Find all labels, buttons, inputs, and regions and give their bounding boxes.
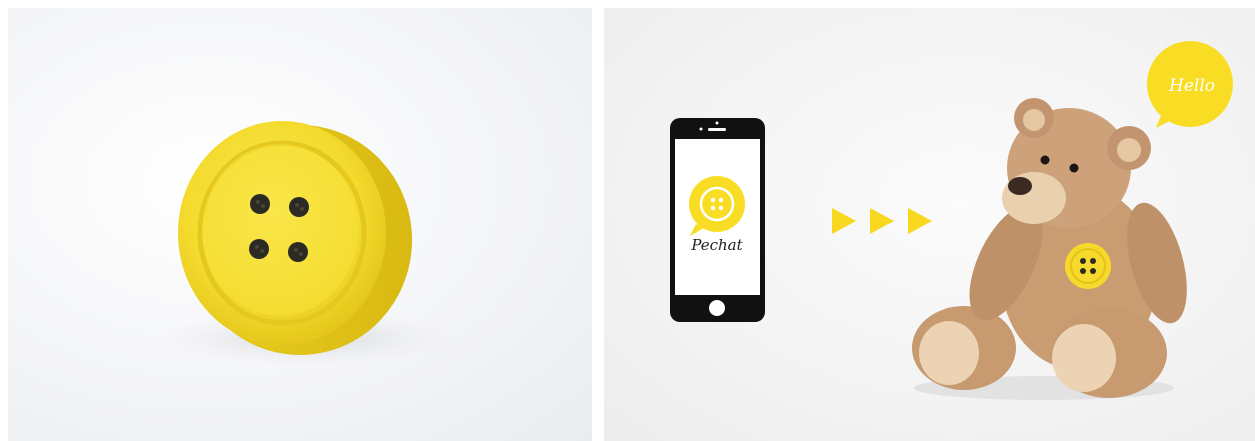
concept-illustration: Pechat Hello	[670, 41, 1233, 400]
product-photo-panel	[8, 8, 592, 441]
play-arrow-icon	[908, 208, 932, 234]
bear-button-icon	[1065, 243, 1111, 289]
concept-illustration-panel: Pechat Hello	[604, 8, 1255, 441]
yellow-button-illustration	[158, 121, 458, 366]
play-arrow-icon	[870, 208, 894, 234]
speech-bubble-text: Hello	[1168, 76, 1215, 96]
play-arrow-icon	[832, 208, 856, 234]
teddy-bear	[912, 98, 1187, 400]
app-name-label: Pechat	[690, 236, 743, 254]
